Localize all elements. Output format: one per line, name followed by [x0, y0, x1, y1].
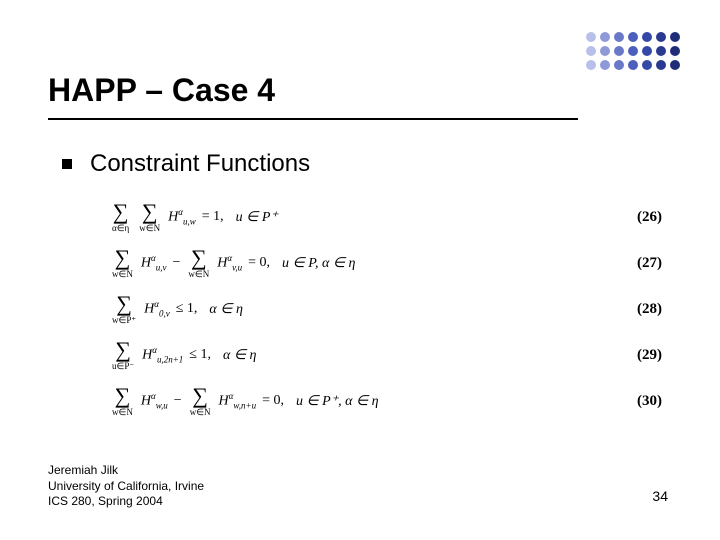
page-number: 34 [652, 488, 668, 504]
dot-icon [600, 60, 610, 70]
sigma-icon: ∑w∈N [190, 385, 211, 417]
dot-icon [628, 32, 638, 42]
equation-number: (28) [637, 301, 662, 318]
equation-term: Hαw,u [141, 391, 168, 410]
equation-row: ∑w∈N Hαu,v − ∑w∈N Hαv,u = 0, u ∈ P, α ∈ η (… [110, 244, 662, 282]
condition-text: u ∈ P⁺, α ∈ η [296, 393, 379, 410]
sigma-icon: ∑w∈N [112, 385, 133, 417]
relation-text: = 0, [262, 393, 284, 409]
dot-icon [600, 32, 610, 42]
equation-term: Hαw,n+u [219, 391, 257, 410]
relation-text: ≤ 1, [189, 347, 211, 363]
dot-icon [628, 46, 638, 56]
equation-body: ∑w∈N Hαw,u − ∑w∈N Hαw,n+u = 0, u ∈ P⁺, α ∈… [110, 385, 379, 417]
condition-text: u ∈ P⁺ [236, 209, 278, 226]
condition-text: α ∈ η [223, 347, 257, 364]
equation-row: ∑w∈P⁺ Hα0,v ≤ 1, α ∈ η (28) [110, 290, 662, 328]
footer: Jeremiah Jilk University of California, … [48, 463, 204, 510]
footer-affil: University of California, Irvine [48, 479, 204, 495]
condition-text: u ∈ P, α ∈ η [282, 255, 355, 272]
title-rule [48, 118, 578, 120]
sigma-icon: ∑w∈N [139, 201, 160, 233]
equation-row: ∑α∈η ∑w∈N Hαu,w = 1, u ∈ P⁺ (26) [110, 198, 662, 236]
sigma-icon: ∑w∈N [112, 247, 133, 279]
equation-term: Hαv,u [217, 253, 242, 272]
equation-row: ∑w∈N Hαw,u − ∑w∈N Hαw,n+u = 0, u ∈ P⁺, α ∈… [110, 382, 662, 420]
dot-column [656, 32, 666, 70]
dot-column [642, 32, 652, 70]
subheading-text: Constraint Functions [90, 150, 310, 178]
relation-text: = 1, [202, 209, 224, 225]
footer-course: ICS 280, Spring 2004 [48, 494, 204, 510]
bullet-icon [62, 159, 72, 169]
dot-icon [600, 46, 610, 56]
equation-body: ∑α∈η ∑w∈N Hαu,w = 1, u ∈ P⁺ [110, 201, 278, 233]
equation-term: Hα0,v [144, 299, 170, 318]
slide: HAPP – Case 4 Constraint Functions ∑α∈η∑… [0, 0, 720, 540]
condition-text: α ∈ η [209, 301, 243, 318]
equation-number: (29) [637, 347, 662, 364]
equation-term: Hαu,2n+1 [142, 345, 183, 364]
subheading-row: Constraint Functions [62, 150, 310, 178]
dot-icon [656, 60, 666, 70]
dot-icon [670, 32, 680, 42]
sigma-icon: ∑w∈N [188, 247, 209, 279]
dot-icon [656, 32, 666, 42]
dot-column [614, 32, 624, 70]
equations-block: ∑α∈η ∑w∈N Hαu,w = 1, u ∈ P⁺ (26) ∑w∈N Hαu,v −… [110, 198, 662, 428]
equation-body: ∑w∈P⁺ Hα0,v ≤ 1, α ∈ η [110, 293, 243, 325]
equation-term: Hαu,w [168, 207, 196, 226]
minus-sign: − [172, 255, 180, 271]
footer-author: Jeremiah Jilk [48, 463, 204, 479]
page-title: HAPP – Case 4 [48, 72, 275, 109]
dot-column [628, 32, 638, 70]
dot-icon [586, 60, 596, 70]
minus-sign: − [174, 393, 182, 409]
relation-text: ≤ 1, [176, 301, 198, 317]
equation-term: Hαu,v [141, 253, 167, 272]
dot-icon [586, 32, 596, 42]
sigma-icon: ∑α∈η [112, 201, 129, 233]
equation-row: ∑u∈P⁻ Hαu,2n+1 ≤ 1, α ∈ η (29) [110, 336, 662, 374]
dot-column [586, 32, 596, 70]
relation-text: = 0, [248, 255, 270, 271]
equation-number: (30) [637, 393, 662, 410]
dot-column [670, 32, 680, 70]
dot-icon [656, 46, 666, 56]
dot-icon [670, 46, 680, 56]
equation-body: ∑u∈P⁻ Hαu,2n+1 ≤ 1, α ∈ η [110, 339, 256, 371]
dot-icon [586, 46, 596, 56]
equation-body: ∑w∈N Hαu,v − ∑w∈N Hαv,u = 0, u ∈ P, α ∈ η [110, 247, 355, 279]
dot-icon [642, 32, 652, 42]
equation-number: (26) [637, 209, 662, 226]
sigma-icon: ∑w∈P⁺ [112, 293, 136, 325]
dot-icon [614, 32, 624, 42]
dot-column [600, 32, 610, 70]
dot-icon [642, 46, 652, 56]
dot-icon [614, 46, 624, 56]
dot-icon [642, 60, 652, 70]
corner-dots [586, 32, 680, 70]
dot-icon [628, 60, 638, 70]
dot-icon [670, 60, 680, 70]
sigma-icon: ∑u∈P⁻ [112, 339, 134, 371]
dot-icon [614, 60, 624, 70]
equation-number: (27) [637, 255, 662, 272]
